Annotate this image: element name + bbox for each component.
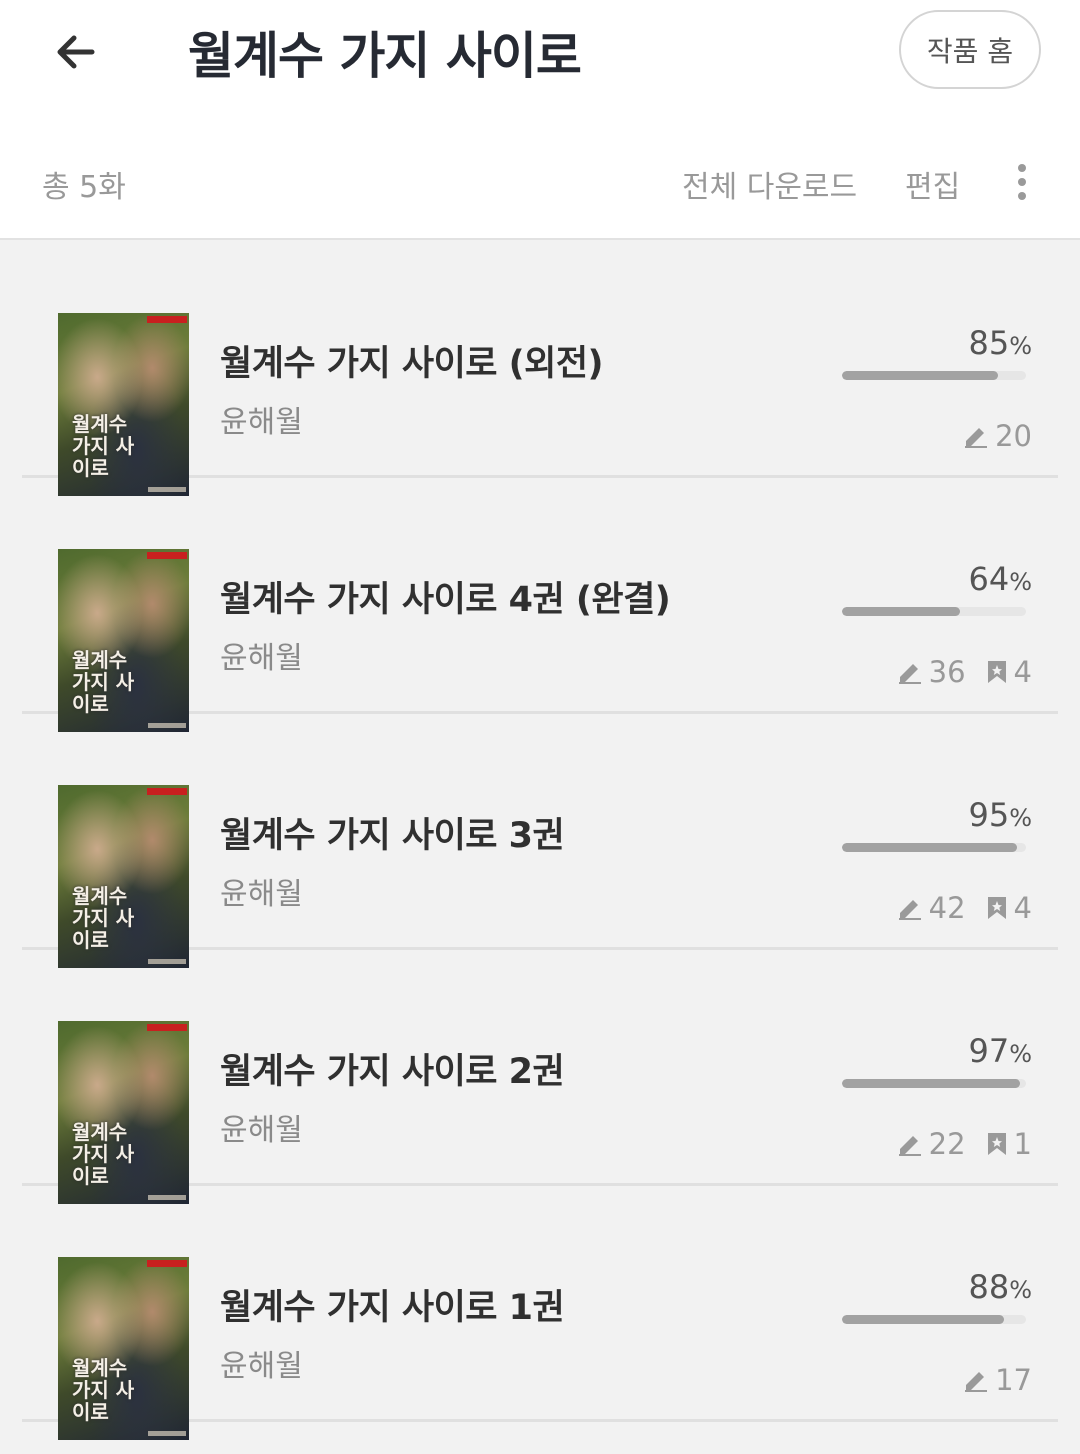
bookmark-icon (986, 1131, 1008, 1157)
more-vertical-icon (1018, 164, 1026, 172)
episode-row[interactable]: 월계수 가지 사이로 월계수 가지 사이로 2권윤해월 97% 22 1 (22, 950, 1058, 1204)
notes-count: 20 (995, 419, 1032, 453)
pencil-icon (963, 423, 989, 449)
book-cover: 월계수 가지 사이로 (58, 549, 189, 732)
notes-count: 36 (928, 655, 966, 689)
read-percent-value: 64 (968, 560, 1010, 598)
episode-row[interactable]: 월계수 가지 사이로 월계수 가지 사이로 (외전) 윤해월 85% 20 (22, 242, 1058, 496)
episode-stats: 20 (963, 416, 1032, 456)
reading-progress-bar (842, 843, 1026, 852)
read-percent-value: 97 (968, 1032, 1010, 1070)
pencil-icon (897, 895, 923, 921)
reading-progress-bar (842, 1315, 1026, 1324)
notes-count: 17 (995, 1363, 1032, 1397)
pencil-icon (963, 1367, 989, 1393)
percent-unit: % (1009, 1276, 1032, 1304)
episode-author: 윤해월 (220, 1113, 303, 1148)
episode-title: 월계수 가지 사이로 1권 (220, 1288, 565, 1328)
bookmark-icon (986, 659, 1008, 685)
book-cover: 월계수 가지 사이로 (58, 785, 189, 968)
notes-stat: 36 (897, 655, 966, 689)
percent-unit: % (1009, 1040, 1032, 1068)
total-episode-count: 총 5화 (42, 170, 126, 205)
read-percent-value: 85 (968, 324, 1010, 362)
notes-count: 22 (928, 1127, 966, 1161)
bookmark-icon (986, 895, 1008, 921)
episode-title: 월계수 가지 사이로 4권 (완결) (220, 580, 671, 620)
episode-row[interactable]: 월계수 가지 사이로 월계수 가지 사이로 1권윤해월 88% 17 (22, 1186, 1058, 1440)
page-title: 월계수 가지 사이로 (188, 27, 582, 85)
bookmarks-count: 4 (1013, 891, 1032, 925)
episode-title: 월계수 가지 사이로 2권 (220, 1052, 565, 1092)
top-bar: 월계수 가지 사이로 작품 홈 총 5화 전체 다운로드 편집 (0, 0, 1080, 240)
book-cover: 월계수 가지 사이로 (58, 1021, 189, 1204)
episode-author: 윤해월 (220, 1349, 303, 1384)
notes-stat: 17 (963, 1363, 1032, 1397)
episode-title: 월계수 가지 사이로 (외전) (220, 344, 604, 384)
read-percent-value: 95 (968, 796, 1010, 834)
percent-unit: % (1009, 804, 1032, 832)
cover-title: 월계수 가지 사이로 (72, 1356, 135, 1424)
edit-button[interactable]: 편집 (905, 162, 960, 206)
reading-progress-fill (842, 371, 999, 380)
percent-unit: % (1009, 332, 1032, 360)
bookmarks-count: 1 (1013, 1127, 1032, 1161)
download-all-button[interactable]: 전체 다운로드 (682, 162, 857, 206)
bookmarks-stat: 4 (986, 655, 1032, 689)
read-percent: 64% (968, 560, 1032, 598)
reading-progress-fill (842, 1315, 1004, 1324)
back-button[interactable] (46, 22, 106, 82)
pencil-icon (897, 659, 923, 685)
read-percent: 88% (968, 1268, 1032, 1306)
cover-title: 월계수 가지 사이로 (72, 412, 135, 480)
cover-title: 월계수 가지 사이로 (72, 648, 135, 716)
bookmarks-count: 4 (1013, 655, 1032, 689)
more-options-button[interactable] (1004, 158, 1040, 206)
notes-stat: 20 (963, 419, 1032, 453)
bookmarks-stat: 4 (986, 891, 1032, 925)
episode-stats: 22 1 (897, 1124, 1032, 1164)
read-percent: 95% (968, 796, 1032, 834)
episode-author: 윤해월 (220, 641, 303, 676)
book-cover: 월계수 가지 사이로 (58, 313, 189, 496)
read-percent: 97% (968, 1032, 1032, 1070)
episode-stats: 36 4 (897, 652, 1032, 692)
arrow-left-icon (57, 35, 95, 69)
episode-author: 윤해월 (220, 405, 303, 440)
series-home-button[interactable]: 작품 홈 (899, 10, 1041, 89)
reading-progress-fill (842, 1079, 1021, 1088)
notes-count: 42 (928, 891, 966, 925)
episode-row[interactable]: 월계수 가지 사이로 월계수 가지 사이로 4권 (완결) 윤해월 64% 36 4 (22, 478, 1058, 732)
book-cover: 월계수 가지 사이로 (58, 1257, 189, 1440)
read-percent-value: 88 (968, 1268, 1010, 1306)
episode-stats: 17 (963, 1360, 1032, 1400)
notes-stat: 22 (897, 1127, 966, 1161)
pencil-icon (897, 1131, 923, 1157)
cover-title: 월계수 가지 사이로 (72, 1120, 135, 1188)
reading-progress-bar (842, 607, 1026, 616)
reading-progress-bar (842, 371, 1026, 380)
episode-stats: 42 4 (897, 888, 1032, 928)
episode-row[interactable]: 월계수 가지 사이로 월계수 가지 사이로 3권윤해월 95% 42 4 (22, 714, 1058, 968)
reading-progress-fill (842, 607, 960, 616)
reading-progress-bar (842, 1079, 1026, 1088)
read-percent: 85% (968, 324, 1032, 362)
reading-progress-fill (842, 843, 1017, 852)
episode-title: 월계수 가지 사이로 3권 (220, 816, 565, 856)
bookmarks-stat: 1 (986, 1127, 1032, 1161)
episode-author: 윤해월 (220, 877, 303, 912)
percent-unit: % (1009, 568, 1032, 596)
notes-stat: 42 (897, 891, 966, 925)
cover-title: 월계수 가지 사이로 (72, 884, 135, 952)
